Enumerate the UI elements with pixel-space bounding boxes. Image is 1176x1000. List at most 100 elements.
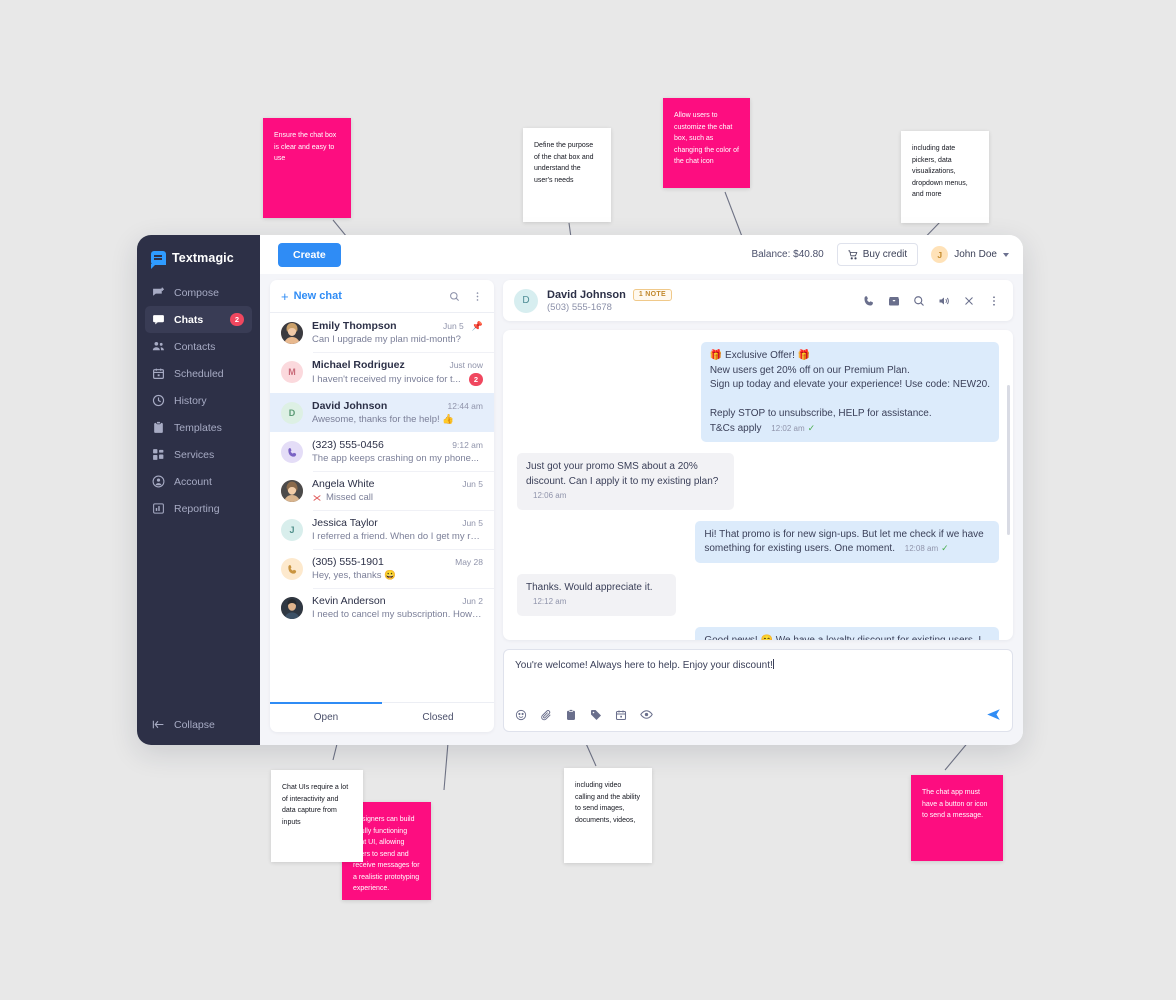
message-row: 🎁 Exclusive Offer! 🎁 New users get 20% o… — [517, 342, 999, 442]
conversation-header: D David Johnson 1 NOTE (503) 555-1678 — [503, 280, 1013, 321]
note-text: Define the purpose of the chat box and u… — [534, 142, 594, 184]
sidebar-collapse-button[interactable]: Collapse — [137, 718, 260, 745]
attachment-icon[interactable] — [540, 709, 552, 721]
unread-badge: 2 — [469, 373, 483, 386]
avatar — [281, 480, 303, 502]
more-vertical-icon[interactable] — [988, 295, 1000, 307]
avatar-photo — [281, 480, 303, 502]
schedule-icon[interactable] — [615, 709, 627, 721]
sidebar-item-reporting[interactable]: Reporting — [145, 495, 252, 522]
message-preview: Hey, yes, thanks 😀 — [312, 570, 396, 581]
message-meta: 12:12 am — [533, 596, 566, 608]
main-area: Create Balance: $40.80 Buy credit J John… — [260, 235, 1023, 745]
tab-closed[interactable]: Closed — [382, 703, 494, 732]
workspace: + New chat Emily Thompson Jun 5 📌 Can I … — [260, 274, 1023, 745]
user-menu[interactable]: J John Doe — [931, 246, 1009, 263]
chat-row-content: (305) 555-1901 May 28 Hey, yes, thanks 😀 — [312, 556, 483, 581]
balance-label: Balance: $40.80 — [751, 249, 824, 260]
avatar — [281, 597, 303, 619]
conversation-panel: D David Johnson 1 NOTE (503) 555-1678 🎁 … — [503, 280, 1013, 732]
contact-name: Angela White — [312, 478, 375, 490]
table-row[interactable]: (323) 555-0456 9:12 am The app keeps cra… — [270, 432, 494, 471]
messages-scrollbar[interactable] — [1007, 385, 1010, 535]
close-icon[interactable] — [963, 295, 975, 307]
message-input[interactable]: You're welcome! Always here to help. Enj… — [515, 659, 1001, 707]
emoji-icon[interactable] — [515, 709, 527, 721]
note-text: including video calling and the ability … — [575, 782, 640, 824]
new-chat-button[interactable]: + New chat — [281, 290, 342, 303]
avatar — [281, 558, 303, 580]
screenshot-canvas: Ensure the chat box is clear and easy to… — [0, 0, 1176, 1000]
message-bubble-outgoing[interactable]: 🎁 Exclusive Offer! 🎁 New users get 20% o… — [700, 342, 999, 442]
status-badge[interactable]: 1 NOTE — [632, 288, 672, 301]
chat-list-header-icons — [449, 291, 483, 302]
avatar-photo — [281, 597, 303, 619]
message-bubble-incoming[interactable]: Just got your promo SMS about a 20% disc… — [517, 453, 734, 510]
new-chat-label: New chat — [293, 290, 342, 302]
sidebar-item-services[interactable]: Services — [145, 441, 252, 468]
buy-credit-button[interactable]: Buy credit — [836, 243, 919, 266]
avatar: D — [281, 402, 303, 424]
cart-icon — [848, 249, 858, 259]
sidebar-item-account[interactable]: Account — [145, 468, 252, 495]
chat-list-header: + New chat — [270, 280, 494, 313]
app-window: Textmagic Compose Chats 2 Contacts Sched… — [137, 235, 1023, 745]
note-text: The chat app must have a button or icon … — [922, 789, 988, 820]
sidebar-item-compose[interactable]: Compose — [145, 279, 252, 306]
more-vertical-icon[interactable] — [472, 291, 483, 302]
send-icon[interactable] — [986, 707, 1001, 722]
search-icon[interactable] — [449, 291, 460, 302]
sidebar-item-scheduled[interactable]: Scheduled — [145, 360, 252, 387]
chat-row-content: Emily Thompson Jun 5 📌 Can I upgrade my … — [312, 320, 483, 345]
phone-icon — [287, 447, 296, 457]
contact-name: Kevin Anderson — [312, 595, 386, 607]
avatar: J — [281, 519, 303, 541]
table-row[interactable]: Angela White Jun 5 Missed call — [270, 471, 494, 510]
sticky-note-customize-chat-box: Allow users to customize the chat box, s… — [663, 98, 750, 188]
message-bubble-outgoing[interactable]: Good news! 😊 We have a loyalty discount … — [695, 626, 999, 640]
message-meta: 12:06 am — [533, 490, 566, 502]
brand-logo: Textmagic — [137, 247, 260, 279]
message-bubble-incoming[interactable]: Thanks. Would appreciate it. 12:12 am — [517, 573, 677, 616]
table-row[interactable]: (305) 555-1901 May 28 Hey, yes, thanks 😀 — [270, 549, 494, 588]
sidebar-item-templates[interactable]: Templates — [145, 414, 252, 441]
create-button[interactable]: Create — [278, 242, 341, 267]
note-text: including date pickers, data visualizati… — [912, 145, 968, 199]
topbar: Create Balance: $40.80 Buy credit J John… — [260, 235, 1023, 274]
tab-open[interactable]: Open — [270, 703, 382, 732]
sidebar-item-chats[interactable]: Chats 2 — [145, 306, 252, 333]
composer-toolbar — [515, 707, 1001, 731]
message-text: Just got your promo SMS about a 20% disc… — [526, 461, 719, 487]
table-row[interactable]: J Jessica Taylor Jun 5 I referred a frie… — [270, 510, 494, 549]
chat-row-content: Michael Rodriguez Just now I haven't rec… — [312, 359, 483, 386]
table-row[interactable]: D David Johnson 12:44 am Awesome, thanks… — [270, 393, 494, 432]
chat-list-panel: + New chat Emily Thompson Jun 5 📌 Can I … — [270, 280, 494, 732]
avatar — [281, 322, 303, 344]
message-time: 12:12 am — [533, 597, 567, 606]
message-input-value: You're welcome! Always here to help. Enj… — [515, 660, 773, 671]
chat-row-content: Kevin Anderson Jun 2 I need to cancel my… — [312, 595, 483, 620]
message-time: 12:08 am — [904, 544, 939, 553]
tag-icon[interactable] — [590, 709, 602, 721]
table-row[interactable]: Emily Thompson Jun 5 📌 Can I upgrade my … — [270, 313, 494, 352]
sidebar-item-contacts[interactable]: Contacts — [145, 333, 252, 360]
message-row: Thanks. Would appreciate it. 12:12 am — [517, 573, 999, 616]
volume-icon[interactable] — [938, 295, 950, 307]
search-icon[interactable] — [913, 295, 925, 307]
preview-icon[interactable] — [640, 708, 653, 721]
avatar-initial: D — [288, 408, 296, 418]
chat-row-content: (323) 555-0456 9:12 am The app keeps cra… — [312, 439, 483, 464]
message-bubble-outgoing[interactable]: Hi! That promo is for new sign-ups. But … — [695, 520, 999, 563]
sidebar-item-label: Scheduled — [174, 367, 224, 380]
chats-unread-badge: 2 — [230, 313, 244, 326]
table-row[interactable]: Kevin Anderson Jun 2 I need to cancel my… — [270, 588, 494, 627]
sidebar-item-label: Services — [174, 448, 215, 461]
archive-icon[interactable] — [888, 295, 900, 307]
template-icon[interactable] — [565, 708, 577, 721]
table-row[interactable]: M Michael Rodriguez Just now I haven't r… — [270, 352, 494, 393]
sidebar-item-history[interactable]: History — [145, 387, 252, 414]
chat-time: Just now — [449, 360, 483, 370]
conversation-actions — [863, 295, 1000, 307]
chat-row-content: David Johnson 12:44 am Awesome, thanks f… — [312, 400, 483, 425]
phone-icon[interactable] — [863, 295, 875, 307]
